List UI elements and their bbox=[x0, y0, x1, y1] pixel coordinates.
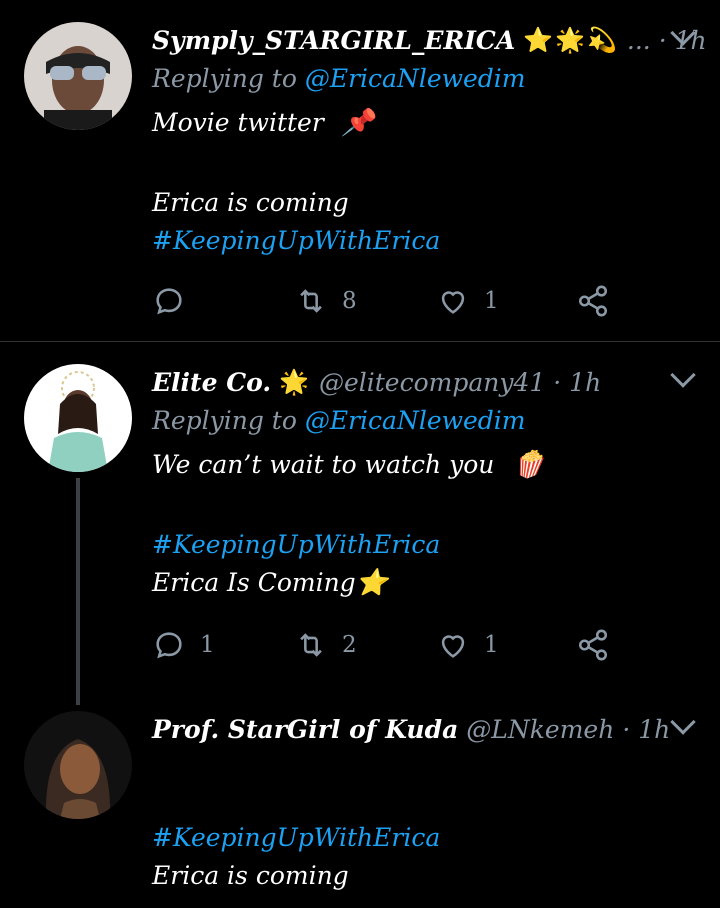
like-icon bbox=[441, 635, 465, 658]
tweet-text-line: We can’t wait to watch you bbox=[152, 450, 495, 479]
share-button[interactable] bbox=[576, 625, 624, 665]
like-icon bbox=[441, 291, 465, 314]
hashtag-link[interactable]: #KeepingUpWithErica bbox=[152, 226, 440, 255]
tweet-actions: 1 2 1 bbox=[152, 625, 720, 665]
retweet-count: 8 bbox=[342, 288, 357, 314]
hashtag-link[interactable]: #KeepingUpWithErica bbox=[152, 823, 440, 852]
tweet-text-line: Movie twitter bbox=[152, 108, 324, 137]
star-emoji: ⭐ bbox=[355, 568, 389, 598]
tweet[interactable]: Elite Co. 🌟 @elitecompany41 · 1h Replyin… bbox=[0, 341, 720, 705]
display-name[interactable]: Symply_STARGIRL_ERICA bbox=[152, 26, 515, 55]
tweet-text-line: Erica is coming bbox=[152, 861, 349, 890]
tweet-text-line: Erica is coming bbox=[152, 188, 349, 217]
tweet[interactable]: Symply_STARGIRL_ERICA ⭐🌟💫 ... · 1h Reply… bbox=[0, 0, 720, 341]
share-button[interactable] bbox=[576, 281, 624, 321]
display-name[interactable]: Elite Co. bbox=[152, 368, 271, 397]
retweet-button[interactable]: 2 bbox=[294, 625, 357, 665]
tweet-text: Movie twitter 📌 bbox=[152, 108, 374, 138]
like-button[interactable]: 1 bbox=[436, 625, 499, 665]
replying-prefix: Replying to bbox=[152, 64, 297, 93]
hashtag-link[interactable]: #KeepingUpWithErica bbox=[152, 530, 440, 559]
like-count: 1 bbox=[484, 288, 499, 314]
replying-prefix: Replying to bbox=[152, 406, 297, 435]
retweet-icon bbox=[300, 289, 322, 313]
popcorn-emoji: 🍿 bbox=[512, 450, 545, 480]
replying-to: Replying to @EricaNlewedim bbox=[152, 406, 526, 435]
timestamp[interactable]: · 1h bbox=[622, 715, 670, 744]
retweet-button[interactable]: 8 bbox=[294, 281, 357, 321]
replying-handle-link[interactable]: @EricaNlewedim bbox=[305, 64, 526, 93]
reply-icon bbox=[156, 288, 182, 315]
replying-to: Replying to @EricaNlewedim bbox=[152, 64, 526, 93]
tweet-text: Erica Is Coming⭐ bbox=[152, 568, 388, 598]
timestamp[interactable]: · 1h bbox=[553, 368, 601, 397]
avatar[interactable] bbox=[24, 364, 132, 472]
reply-icon bbox=[156, 632, 182, 659]
tweet-header: Symply_STARGIRL_ERICA ⭐🌟💫 ... · 1h bbox=[152, 20, 720, 60]
reply-count: 1 bbox=[200, 632, 215, 658]
reply-button[interactable]: 1 bbox=[152, 625, 215, 665]
display-name[interactable]: Prof. StarGirl of Kuda bbox=[152, 715, 458, 744]
thread-line bbox=[76, 478, 80, 705]
retweet-icon bbox=[300, 633, 322, 657]
handle[interactable]: @elitecompany41 bbox=[319, 368, 545, 397]
retweet-count: 2 bbox=[342, 632, 357, 658]
like-count: 1 bbox=[484, 632, 499, 658]
avatar[interactable] bbox=[24, 22, 132, 130]
share-icon bbox=[578, 285, 608, 317]
avatar[interactable] bbox=[24, 711, 132, 819]
tweet-actions: 8 1 bbox=[152, 281, 720, 321]
ellipsis: ... bbox=[626, 25, 651, 55]
name-emoji: 🌟 bbox=[279, 368, 311, 396]
pushpin-emoji: 📌 bbox=[341, 108, 375, 138]
like-button[interactable]: 1 bbox=[436, 281, 499, 321]
tweet[interactable]: Prof. StarGirl of Kuda @LNkemeh · 1h #Ke… bbox=[0, 685, 720, 908]
tweet-header: Prof. StarGirl of Kuda @LNkemeh · 1h bbox=[152, 709, 720, 749]
name-emoji: ⭐🌟💫 bbox=[523, 26, 619, 54]
handle[interactable]: @LNkemeh bbox=[466, 715, 614, 744]
reply-button[interactable] bbox=[152, 281, 200, 321]
share-icon bbox=[578, 629, 608, 661]
tweet-text-line: Erica Is Coming bbox=[152, 568, 356, 597]
replying-handle-link[interactable]: @EricaNlewedim bbox=[305, 406, 526, 435]
tweet-text: We can’t wait to watch you 🍿 bbox=[152, 450, 545, 480]
tweet-header: Elite Co. 🌟 @elitecompany41 · 1h bbox=[152, 362, 720, 402]
